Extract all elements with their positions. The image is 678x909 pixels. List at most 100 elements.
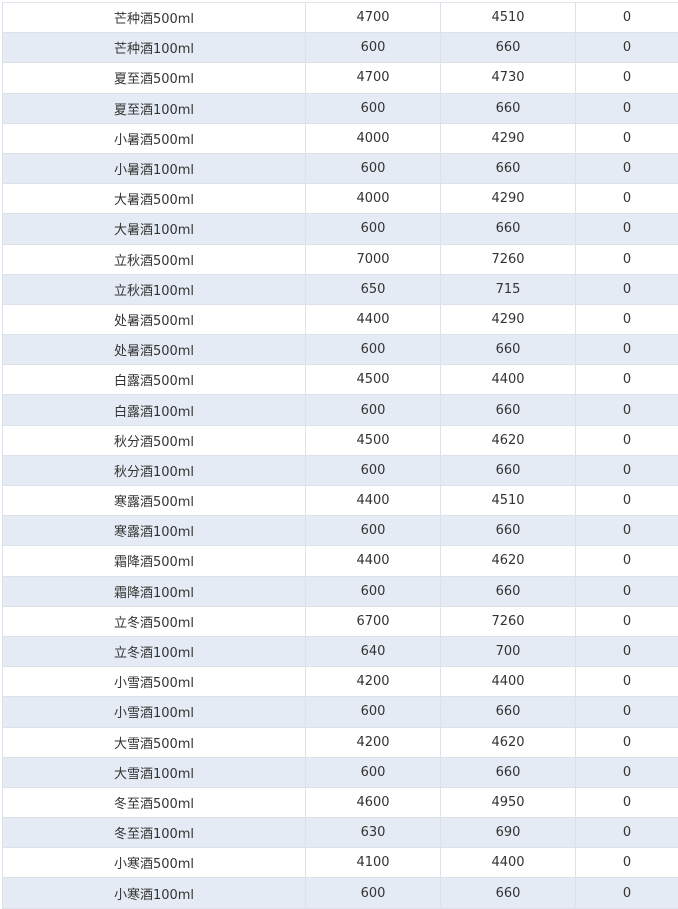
value-a-cell: 600 xyxy=(306,335,441,365)
value-c-cell: 0 xyxy=(622,100,632,116)
value-b-cell: 4620 xyxy=(441,425,576,455)
value-c-cell: 0 xyxy=(622,462,632,478)
table-row: 小寒酒100ml 600 660 0 xyxy=(2,878,678,909)
table-row: 大暑酒500ml 4000 4290 0 xyxy=(2,184,678,215)
value-c-cell: 0 xyxy=(622,855,632,871)
product-name-cell: 小寒酒100ml xyxy=(2,878,306,908)
table-row: 芒种酒100ml 600 660 0 xyxy=(2,33,678,64)
product-name-cell: 冬至酒500ml xyxy=(2,787,306,818)
value-c-cell: 0 xyxy=(622,130,632,146)
value-b-cell: 660 xyxy=(441,516,576,546)
product-name-cell: 大雪酒100ml xyxy=(2,757,306,787)
product-name-cell: 霜降酒100ml xyxy=(2,576,306,606)
product-name-cell: 小暑酒500ml xyxy=(2,123,306,153)
table-row: 芒种酒500ml 4700 4510 0 xyxy=(2,3,678,34)
value-c-cell: 0 xyxy=(622,825,632,841)
value-b-cell: 4510 xyxy=(441,3,576,33)
product-name-cell: 夏至酒100ml xyxy=(2,93,306,123)
value-c-cell: 0 xyxy=(622,674,632,690)
product-name-cell: 白露酒100ml xyxy=(2,395,306,425)
value-b-cell: 715 xyxy=(441,274,576,304)
table-row: 小暑酒100ml 600 660 0 xyxy=(2,153,678,185)
product-name-cell: 小雪酒100ml xyxy=(2,697,306,727)
value-a-cell: 600 xyxy=(306,395,441,425)
table-row: 夏至酒100ml 600 660 0 xyxy=(2,93,678,124)
table-row: 立冬酒100ml 640 700 0 xyxy=(2,636,678,668)
value-b-cell: 4950 xyxy=(441,787,576,818)
value-b-cell: 4290 xyxy=(441,123,576,153)
product-name-cell: 大雪酒500ml xyxy=(2,727,306,757)
value-a-cell: 600 xyxy=(306,33,441,63)
value-c-cell: 0 xyxy=(622,70,632,86)
product-name-cell: 处暑酒500ml xyxy=(2,335,306,365)
value-a-cell: 4700 xyxy=(306,63,441,93)
value-b-cell: 660 xyxy=(441,33,576,63)
value-a-cell: 650 xyxy=(306,274,441,304)
table-row: 霜降酒100ml 600 660 0 xyxy=(2,576,678,607)
product-name-cell: 秋分酒500ml xyxy=(2,425,306,455)
value-c-cell: 0 xyxy=(622,644,632,660)
table-row: 处暑酒500ml 4400 4290 0 xyxy=(2,304,678,336)
value-a-cell: 4100 xyxy=(306,848,441,878)
table-row: 立冬酒500ml 6700 7260 0 xyxy=(2,606,678,637)
value-a-cell: 600 xyxy=(306,214,441,244)
value-c-cell: 0 xyxy=(622,493,632,509)
value-b-cell: 660 xyxy=(441,757,576,787)
value-c-cell: 0 xyxy=(622,794,632,810)
value-b-cell: 660 xyxy=(441,153,576,184)
table-row: 立秋酒100ml 650 715 0 xyxy=(2,274,678,305)
product-name-cell: 芒种酒500ml xyxy=(2,3,306,33)
product-name-cell: 寒露酒500ml xyxy=(2,486,306,516)
table-row: 秋分酒100ml 600 660 0 xyxy=(2,455,678,486)
value-a-cell: 4400 xyxy=(306,304,441,335)
value-c-cell: 0 xyxy=(622,553,632,569)
value-c-cell: 0 xyxy=(622,523,632,539)
value-b-cell: 7260 xyxy=(441,606,576,636)
value-a-cell: 630 xyxy=(306,818,441,848)
table-row: 大雪酒500ml 4200 4620 0 xyxy=(2,727,678,758)
product-name-cell: 寒露酒100ml xyxy=(2,516,306,546)
value-a-cell: 640 xyxy=(306,636,441,667)
value-c-cell: 0 xyxy=(622,311,632,327)
table-row: 冬至酒500ml 4600 4950 0 xyxy=(2,787,678,819)
value-a-cell: 4700 xyxy=(306,3,441,33)
product-name-cell: 处暑酒500ml xyxy=(2,304,306,335)
value-b-cell: 4290 xyxy=(441,184,576,214)
table-row: 白露酒100ml 600 660 0 xyxy=(2,395,678,426)
value-b-cell: 4400 xyxy=(441,848,576,878)
table-row: 白露酒500ml 4500 4400 0 xyxy=(2,365,678,396)
value-c-cell: 0 xyxy=(622,372,632,388)
table-row: 寒露酒500ml 4400 4510 0 xyxy=(2,486,678,517)
product-name-cell: 小寒酒500ml xyxy=(2,848,306,878)
value-c-cell: 0 xyxy=(622,40,632,56)
product-name-cell: 芒种酒100ml xyxy=(2,33,306,63)
table-row: 夏至酒500ml 4700 4730 0 xyxy=(2,63,678,94)
product-name-cell: 夏至酒500ml xyxy=(2,63,306,93)
table-row: 霜降酒500ml 4400 4620 0 xyxy=(2,546,678,577)
value-a-cell: 4000 xyxy=(306,123,441,153)
product-name-cell: 小雪酒500ml xyxy=(2,667,306,697)
value-b-cell: 7260 xyxy=(441,244,576,274)
table-row: 小雪酒500ml 4200 4400 0 xyxy=(2,667,678,698)
product-name-cell: 霜降酒500ml xyxy=(2,546,306,576)
table-row: 秋分酒500ml 4500 4620 0 xyxy=(2,425,678,456)
table-row: 大雪酒100ml 600 660 0 xyxy=(2,757,678,788)
product-name-cell: 小暑酒100ml xyxy=(2,153,306,184)
value-b-cell: 4290 xyxy=(441,304,576,335)
value-a-cell: 600 xyxy=(306,576,441,606)
value-b-cell: 660 xyxy=(441,455,576,485)
product-name-cell: 立秋酒500ml xyxy=(2,244,306,274)
value-c-cell: 0 xyxy=(622,281,632,297)
value-a-cell: 600 xyxy=(306,516,441,546)
product-name-cell: 立冬酒100ml xyxy=(2,636,306,667)
value-c-cell: 0 xyxy=(622,221,632,237)
table-row: 大暑酒100ml 600 660 0 xyxy=(2,214,678,245)
table-row: 小暑酒500ml 4000 4290 0 xyxy=(2,123,678,154)
product-name-cell: 立秋酒100ml xyxy=(2,274,306,304)
value-b-cell: 4620 xyxy=(441,546,576,576)
value-c-cell: 0 xyxy=(622,432,632,448)
table-row: 小寒酒500ml 4100 4400 0 xyxy=(2,848,678,879)
value-a-cell: 4500 xyxy=(306,425,441,455)
value-b-cell: 660 xyxy=(441,93,576,123)
value-c-cell: 0 xyxy=(622,764,632,780)
